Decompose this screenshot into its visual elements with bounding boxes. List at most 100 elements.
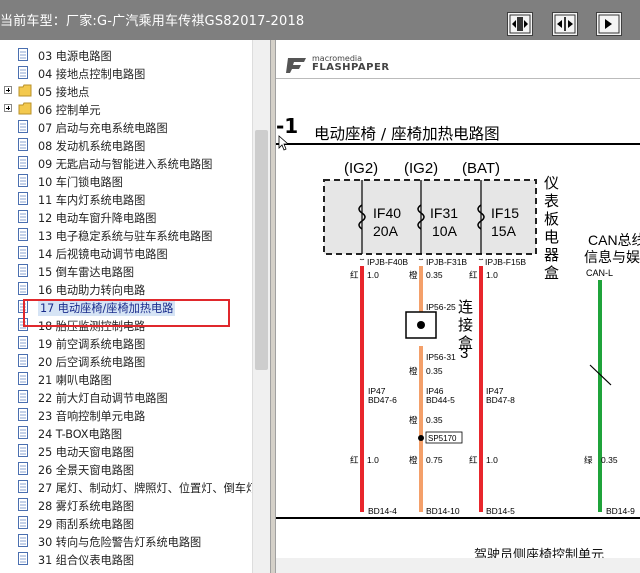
tree-item-label: 05 接地点 xyxy=(38,86,90,99)
tree-item[interactable]: 14 后视镜电动调节电路图 xyxy=(0,244,250,262)
tree-item[interactable]: 20 后空调系统电路图 xyxy=(0,352,250,370)
tree-item[interactable]: 13 电子稳定系统与驻车系统电路图 xyxy=(0,226,250,244)
can-label-1: CAN总线 xyxy=(588,232,640,248)
tree-item-label: 20 后空调系统电路图 xyxy=(38,356,146,369)
tree-item[interactable]: 09 无匙启动与智能进入系统电路图 xyxy=(0,154,250,172)
fuse-box-label: 仪 表 板 电 器 盒 xyxy=(544,175,559,282)
tree-item[interactable]: 07 启动与充电系统电路图 xyxy=(0,118,250,136)
svg-text:3: 3 xyxy=(460,345,468,362)
tree-item[interactable]: 11 车内灯系统电路图 xyxy=(0,190,250,208)
svg-text:板: 板 xyxy=(544,210,559,228)
selection-highlight xyxy=(23,299,230,327)
tree-item-label: 15 倒车雷达电路图 xyxy=(38,266,135,279)
tree-item[interactable]: 10 车门锁电路图 xyxy=(0,172,250,190)
svg-text:橙: 橙 xyxy=(409,366,418,376)
tree-item[interactable]: 28 雾灯系统电路图 xyxy=(0,496,250,514)
svg-text:1.0: 1.0 xyxy=(367,270,379,280)
document-icon xyxy=(18,48,28,61)
green-can-wire xyxy=(598,280,602,512)
splice-point xyxy=(418,435,424,441)
tree-scrollbar-thumb[interactable] xyxy=(255,130,268,370)
viewer-horizontal-scrollbar[interactable] xyxy=(276,558,640,573)
document-icon xyxy=(18,390,28,403)
svg-text:BD47-6: BD47-6 xyxy=(368,395,397,405)
tree-item[interactable]: 04 接地点控制电路图 xyxy=(0,64,250,82)
tree-item[interactable]: 19 前空调系统电路图 xyxy=(0,334,250,352)
tree-item[interactable]: 25 电动天窗电路图 xyxy=(0,442,250,460)
tree-item[interactable]: 12 电动车窗升降电路图 xyxy=(0,208,250,226)
svg-text:0.35: 0.35 xyxy=(601,455,618,465)
document-icon xyxy=(18,552,28,565)
svg-text:器: 器 xyxy=(544,247,559,264)
tree-item[interactable]: 29 雨刮系统电路图 xyxy=(0,514,250,532)
red-wire-1 xyxy=(360,266,364,512)
tree-item[interactable]: 27 尾灯、制动灯、牌照灯、位置灯、倒车灯 xyxy=(0,478,257,496)
fit-width-icon xyxy=(509,14,531,34)
tree-item-label: 16 电动助力转向电路 xyxy=(38,284,146,297)
svg-text:橙: 橙 xyxy=(409,270,418,280)
document-icon xyxy=(18,516,28,529)
actual-size-button[interactable] xyxy=(596,12,622,36)
tree-item-label: 19 前空调系统电路图 xyxy=(38,338,146,351)
tree-item-label: 21 喇叭电路图 xyxy=(38,374,112,387)
window-title-bar: 当前车型：厂家:G-广汽乘用车传祺GS82017-2018 xyxy=(0,0,640,40)
document-icon xyxy=(18,498,28,511)
document-viewer[interactable]: macromedia FLASHPAPER -1 电动座椅 / 座椅加热电路图 … xyxy=(276,40,640,573)
svg-text:BD14-4: BD14-4 xyxy=(368,506,397,516)
svg-text:IP56-25: IP56-25 xyxy=(426,302,456,312)
document-icon xyxy=(18,138,28,151)
tree-item[interactable]: 08 发动机系统电路图 xyxy=(0,136,250,154)
tree-item-label: 24 T-BOX电路图 xyxy=(38,428,123,441)
tree-item-label: 28 雾灯系统电路图 xyxy=(38,500,135,513)
tree-item[interactable]: 16 电动助力转向电路 xyxy=(0,280,250,298)
document-icon xyxy=(18,228,28,241)
tree-item[interactable]: 26 全景天窗电路图 xyxy=(0,460,250,478)
wiring-diagram: (IG2) (IG2) (BAT) IF40 20A IF31 10A IF15… xyxy=(278,135,640,516)
fit-page-button[interactable] xyxy=(552,12,578,36)
pin-f31b: IPJB-F31B xyxy=(426,257,467,267)
tree-item-label: 06 控制单元 xyxy=(38,104,101,117)
tree-item[interactable]: 03 电源电路图 xyxy=(0,46,250,64)
svg-text:1.0: 1.0 xyxy=(486,455,498,465)
red-wire-3 xyxy=(479,266,483,512)
tree-item[interactable]: 23 音响控制单元电路 xyxy=(0,406,250,424)
svg-text:仪: 仪 xyxy=(544,175,559,192)
tree-item-label: 09 无匙启动与智能进入系统电路图 xyxy=(38,158,213,171)
svg-text:电: 电 xyxy=(544,229,559,246)
svg-text:BD14-5: BD14-5 xyxy=(486,506,515,516)
document-icon xyxy=(18,246,28,259)
pin-f40b: IPJB-F40B xyxy=(367,257,408,267)
svg-text:0.35: 0.35 xyxy=(426,366,443,376)
tree-scrollbar[interactable] xyxy=(252,40,271,573)
tree-item-label: 03 电源电路图 xyxy=(38,50,112,63)
tree-item-label: 25 电动天窗电路图 xyxy=(38,446,135,459)
expand-toggle-icon[interactable] xyxy=(4,86,12,94)
tree-item[interactable]: 05 接地点 xyxy=(0,82,250,100)
tree-item[interactable]: 24 T-BOX电路图 xyxy=(0,424,250,442)
document-icon xyxy=(18,480,28,493)
svg-text:橙: 橙 xyxy=(409,415,418,425)
tree-item[interactable]: 15 倒车雷达电路图 xyxy=(0,262,250,280)
tree-item[interactable]: 30 转向与危险警告灯系统电路图 xyxy=(0,532,250,550)
expand-toggle-icon[interactable] xyxy=(4,104,12,112)
fit-width-button[interactable] xyxy=(507,12,533,36)
tree-item-label: 04 接地点控制电路图 xyxy=(38,68,146,81)
svg-text:盒: 盒 xyxy=(544,265,559,282)
svg-text:BD47-8: BD47-8 xyxy=(486,395,515,405)
svg-text:0.35: 0.35 xyxy=(426,270,443,280)
tree-item[interactable]: 22 前大灯自动调节电路图 xyxy=(0,388,250,406)
svg-text:红: 红 xyxy=(350,270,359,280)
power-label-2: (IG2) xyxy=(404,160,438,177)
svg-text:连: 连 xyxy=(458,299,473,316)
svg-text:绿: 绿 xyxy=(584,455,593,465)
tree-item[interactable]: 31 组合仪表电路图 xyxy=(0,550,250,568)
document-icon xyxy=(18,444,28,457)
document-icon xyxy=(18,408,28,421)
tree-item-label: 29 雨刮系统电路图 xyxy=(38,518,135,531)
tree-item[interactable]: 06 控制单元 xyxy=(0,100,250,118)
orange-wire-upper xyxy=(419,266,423,312)
tree-item-label: 31 组合仪表电路图 xyxy=(38,554,135,567)
tree-item-label: 10 车门锁电路图 xyxy=(38,176,123,189)
tree-item[interactable]: 21 喇叭电路图 xyxy=(0,370,250,388)
svg-text:1.0: 1.0 xyxy=(486,270,498,280)
